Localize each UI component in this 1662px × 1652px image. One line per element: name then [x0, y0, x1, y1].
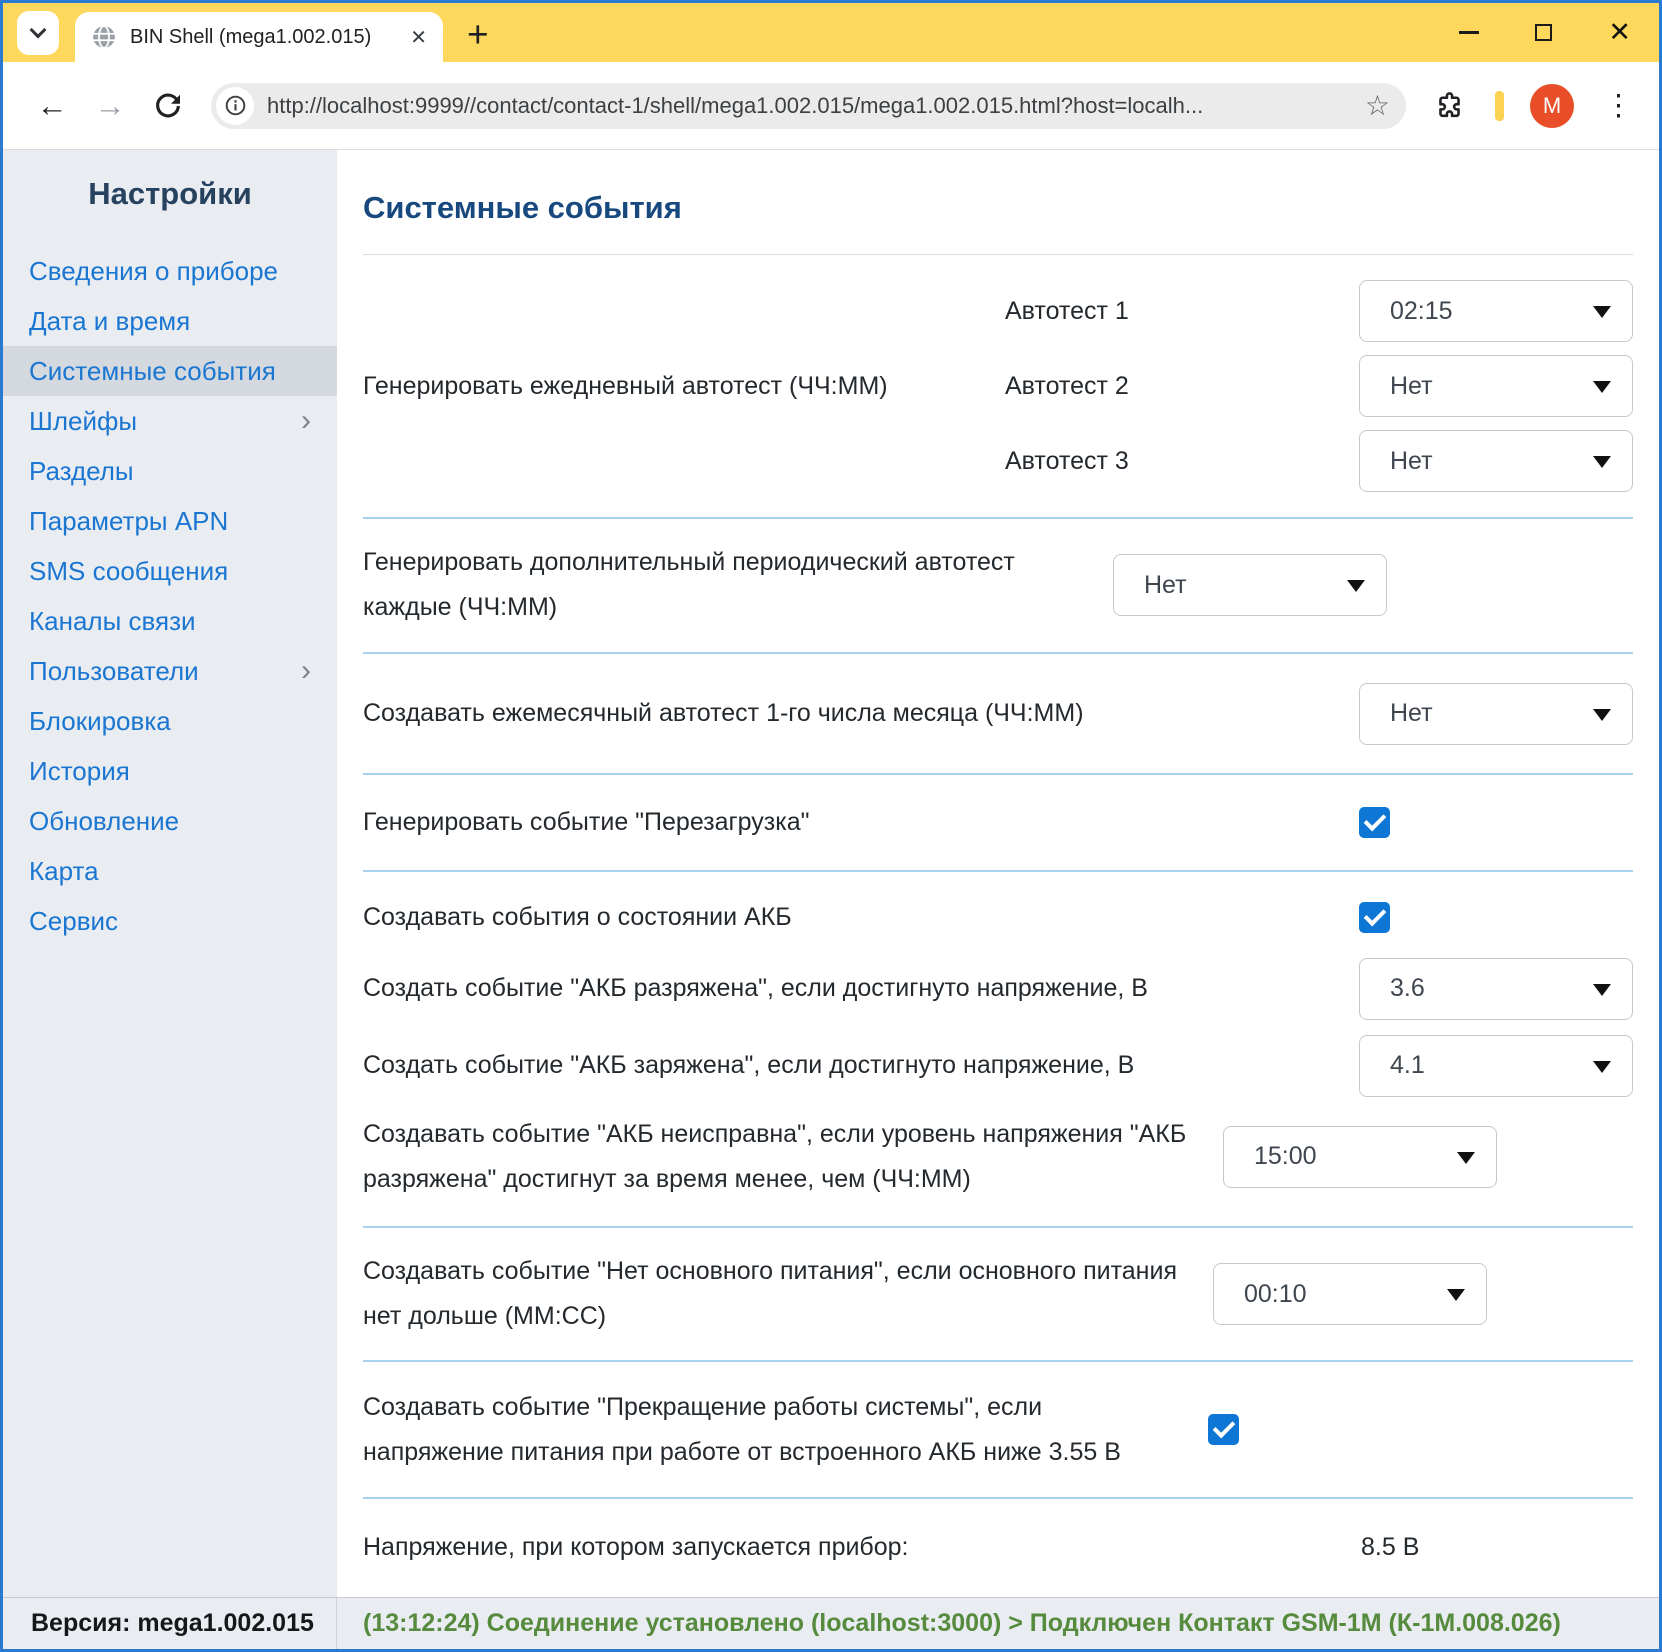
battery-charged-label: Создать событие "АКБ заряжена", если дос… — [363, 1043, 1359, 1088]
system-shutdown-checkbox[interactable] — [1208, 1414, 1239, 1445]
menu-dots-icon[interactable]: ⋮ — [1604, 88, 1633, 123]
autotest2-select[interactable]: Нет — [1359, 355, 1633, 417]
sidebar-item-lock[interactable]: Блокировка — [3, 696, 337, 746]
battery-events-label: Создавать события о состоянии АКБ — [363, 895, 1359, 940]
new-tab-button[interactable]: + — [467, 20, 489, 50]
window-close-icon[interactable]: ✕ — [1608, 19, 1631, 46]
pinned-extension-icon[interactable] — [1495, 91, 1504, 121]
reboot-event-checkbox[interactable] — [1359, 807, 1390, 838]
battery-faulty-row: Создавать событие "АКБ неисправна", если… — [363, 1112, 1633, 1202]
daily-autotest-row: Генерировать ежедневный автотест (ЧЧ:ММ)… — [363, 255, 1633, 517]
autotest1-label: Автотест 1 — [1005, 297, 1359, 326]
sidebar-item-channels[interactable]: Каналы связи — [3, 596, 337, 646]
system-shutdown-label: Создавать событие "Прекращение работы си… — [363, 1385, 1208, 1475]
autotest2-label: Автотест 2 — [1005, 372, 1359, 401]
globe-favicon-icon — [91, 24, 117, 50]
browser-toolbar: ← → http://localhost:9999//contact/conta… — [3, 62, 1659, 150]
sidebar-title: Настройки — [3, 176, 337, 212]
mains-loss-select[interactable]: 00:10 — [1213, 1263, 1487, 1325]
battery-faulty-label: Создавать событие "АКБ неисправна", если… — [363, 1112, 1223, 1202]
sidebar-item-apn[interactable]: Параметры APN — [3, 496, 337, 546]
periodic-autotest-select[interactable]: Нет — [1113, 554, 1387, 616]
version-label: Версия: mega1.002.015 — [3, 1598, 337, 1649]
minimize-icon[interactable] — [1459, 31, 1479, 34]
battery-events-row: Создавать события о состоянии АКБ — [363, 878, 1633, 958]
monthly-autotest-row: Создавать ежемесячный автотест 1-го числ… — [363, 654, 1633, 774]
tab-close-icon[interactable]: ✕ — [410, 25, 427, 50]
window-controls: ✕ — [1459, 3, 1631, 62]
connection-status: (13:12:24) Соединение установлено (local… — [337, 1609, 1659, 1638]
page-body: Настройки Сведения о приборе Дата и врем… — [3, 150, 1659, 1597]
sidebar-item-device-info[interactable]: Сведения о приборе — [3, 246, 337, 296]
extensions-puzzle-icon[interactable] — [1434, 90, 1465, 121]
profile-avatar[interactable]: M — [1530, 84, 1574, 128]
browser-tab[interactable]: BIN Shell (mega1.002.015) ✕ — [75, 12, 443, 62]
maximize-icon[interactable] — [1535, 24, 1552, 41]
reboot-event-row: Генерировать событие "Перезагрузка" — [363, 775, 1633, 869]
autotest3-item: Автотест 3 Нет — [1005, 430, 1633, 492]
url-text[interactable]: http://localhost:9999//contact/contact-1… — [267, 93, 1355, 119]
address-bar[interactable]: http://localhost:9999//contact/contact-1… — [211, 83, 1406, 129]
site-info-icon[interactable] — [216, 87, 254, 125]
periodic-autotest-label: Генерировать дополнительный периодически… — [363, 540, 1113, 630]
tab-title: BIN Shell (mega1.002.015) — [130, 26, 402, 49]
sidebar-item-map[interactable]: Карта — [3, 846, 337, 896]
autotest1-select[interactable]: 02:15 — [1359, 280, 1633, 342]
monthly-autotest-select[interactable]: Нет — [1359, 683, 1633, 745]
autotest3-select[interactable]: Нет — [1359, 430, 1633, 492]
battery-discharged-row: Создать событие "АКБ разряжена", если до… — [363, 958, 1633, 1020]
autotest1-item: Автотест 1 02:15 — [1005, 280, 1633, 342]
monthly-autotest-label: Создавать ежемесячный автотест 1-го числ… — [363, 691, 1359, 736]
startup-voltage-value: 8.5 В — [1359, 1533, 1419, 1562]
startup-voltage-label: Напряжение, при котором запускается приб… — [363, 1525, 1359, 1570]
browser-titlebar: BIN Shell (mega1.002.015) ✕ + ✕ — [3, 3, 1659, 62]
reload-icon[interactable] — [139, 91, 197, 121]
sidebar-item-date-time[interactable]: Дата и время — [3, 296, 337, 346]
reboot-event-label: Генерировать событие "Перезагрузка" — [363, 800, 1359, 845]
page-title: Системные события — [363, 190, 1633, 226]
sidebar-item-partitions[interactable]: Разделы — [3, 446, 337, 496]
bookmark-star-icon[interactable]: ☆ — [1365, 89, 1390, 122]
autotest3-label: Автотест 3 — [1005, 447, 1359, 476]
system-events-panel: Системные события Генерировать ежедневны… — [337, 150, 1659, 1597]
sidebar-item-update[interactable]: Обновление — [3, 796, 337, 846]
settings-sidebar: Настройки Сведения о приборе Дата и врем… — [3, 150, 337, 1597]
chevron-right-icon: › — [301, 396, 311, 446]
daily-autotest-controls: Автотест 1 02:15 Автотест 2 Нет Автотест… — [1005, 280, 1633, 492]
battery-charged-row: Создать событие "АКБ заряжена", если дос… — [363, 1035, 1633, 1097]
tab-search-button[interactable] — [17, 11, 59, 55]
battery-charged-select[interactable]: 4.1 — [1359, 1035, 1633, 1097]
forward-arrow-icon[interactable]: → — [81, 88, 139, 124]
chevron-down-icon — [30, 22, 47, 39]
battery-discharged-label: Создать событие "АКБ разряжена", если до… — [363, 966, 1359, 1011]
battery-events-group: Создавать события о состоянии АКБ Создат… — [363, 872, 1633, 1226]
daily-autotest-label: Генерировать ежедневный автотест (ЧЧ:ММ) — [363, 364, 1005, 409]
sidebar-item-service[interactable]: Сервис — [3, 896, 337, 946]
periodic-autotest-row: Генерировать дополнительный периодически… — [363, 519, 1633, 652]
startup-voltage-row: Напряжение, при котором запускается приб… — [363, 1499, 1633, 1597]
sidebar-item-loops[interactable]: Шлейфы› — [3, 396, 337, 446]
sidebar-item-history[interactable]: История — [3, 746, 337, 796]
battery-events-checkbox[interactable] — [1359, 902, 1390, 933]
browser-window: BIN Shell (mega1.002.015) ✕ + ✕ ← → — [0, 0, 1662, 1652]
back-arrow-icon[interactable]: ← — [23, 88, 81, 124]
autotest2-item: Автотест 2 Нет — [1005, 355, 1633, 417]
system-shutdown-row: Создавать событие "Прекращение работы си… — [363, 1362, 1633, 1497]
battery-discharged-select[interactable]: 3.6 — [1359, 958, 1633, 1020]
status-bar: Версия: mega1.002.015 (13:12:24) Соедине… — [3, 1597, 1659, 1649]
chevron-right-icon: › — [301, 646, 311, 696]
mains-loss-row: Создавать событие "Нет основного питания… — [363, 1228, 1633, 1361]
sidebar-item-system-events[interactable]: Системные события — [3, 346, 337, 396]
battery-faulty-select[interactable]: 15:00 — [1223, 1126, 1497, 1188]
mains-loss-label: Создавать событие "Нет основного питания… — [363, 1249, 1213, 1339]
sidebar-item-sms[interactable]: SMS сообщения — [3, 546, 337, 596]
sidebar-item-users[interactable]: Пользователи› — [3, 646, 337, 696]
